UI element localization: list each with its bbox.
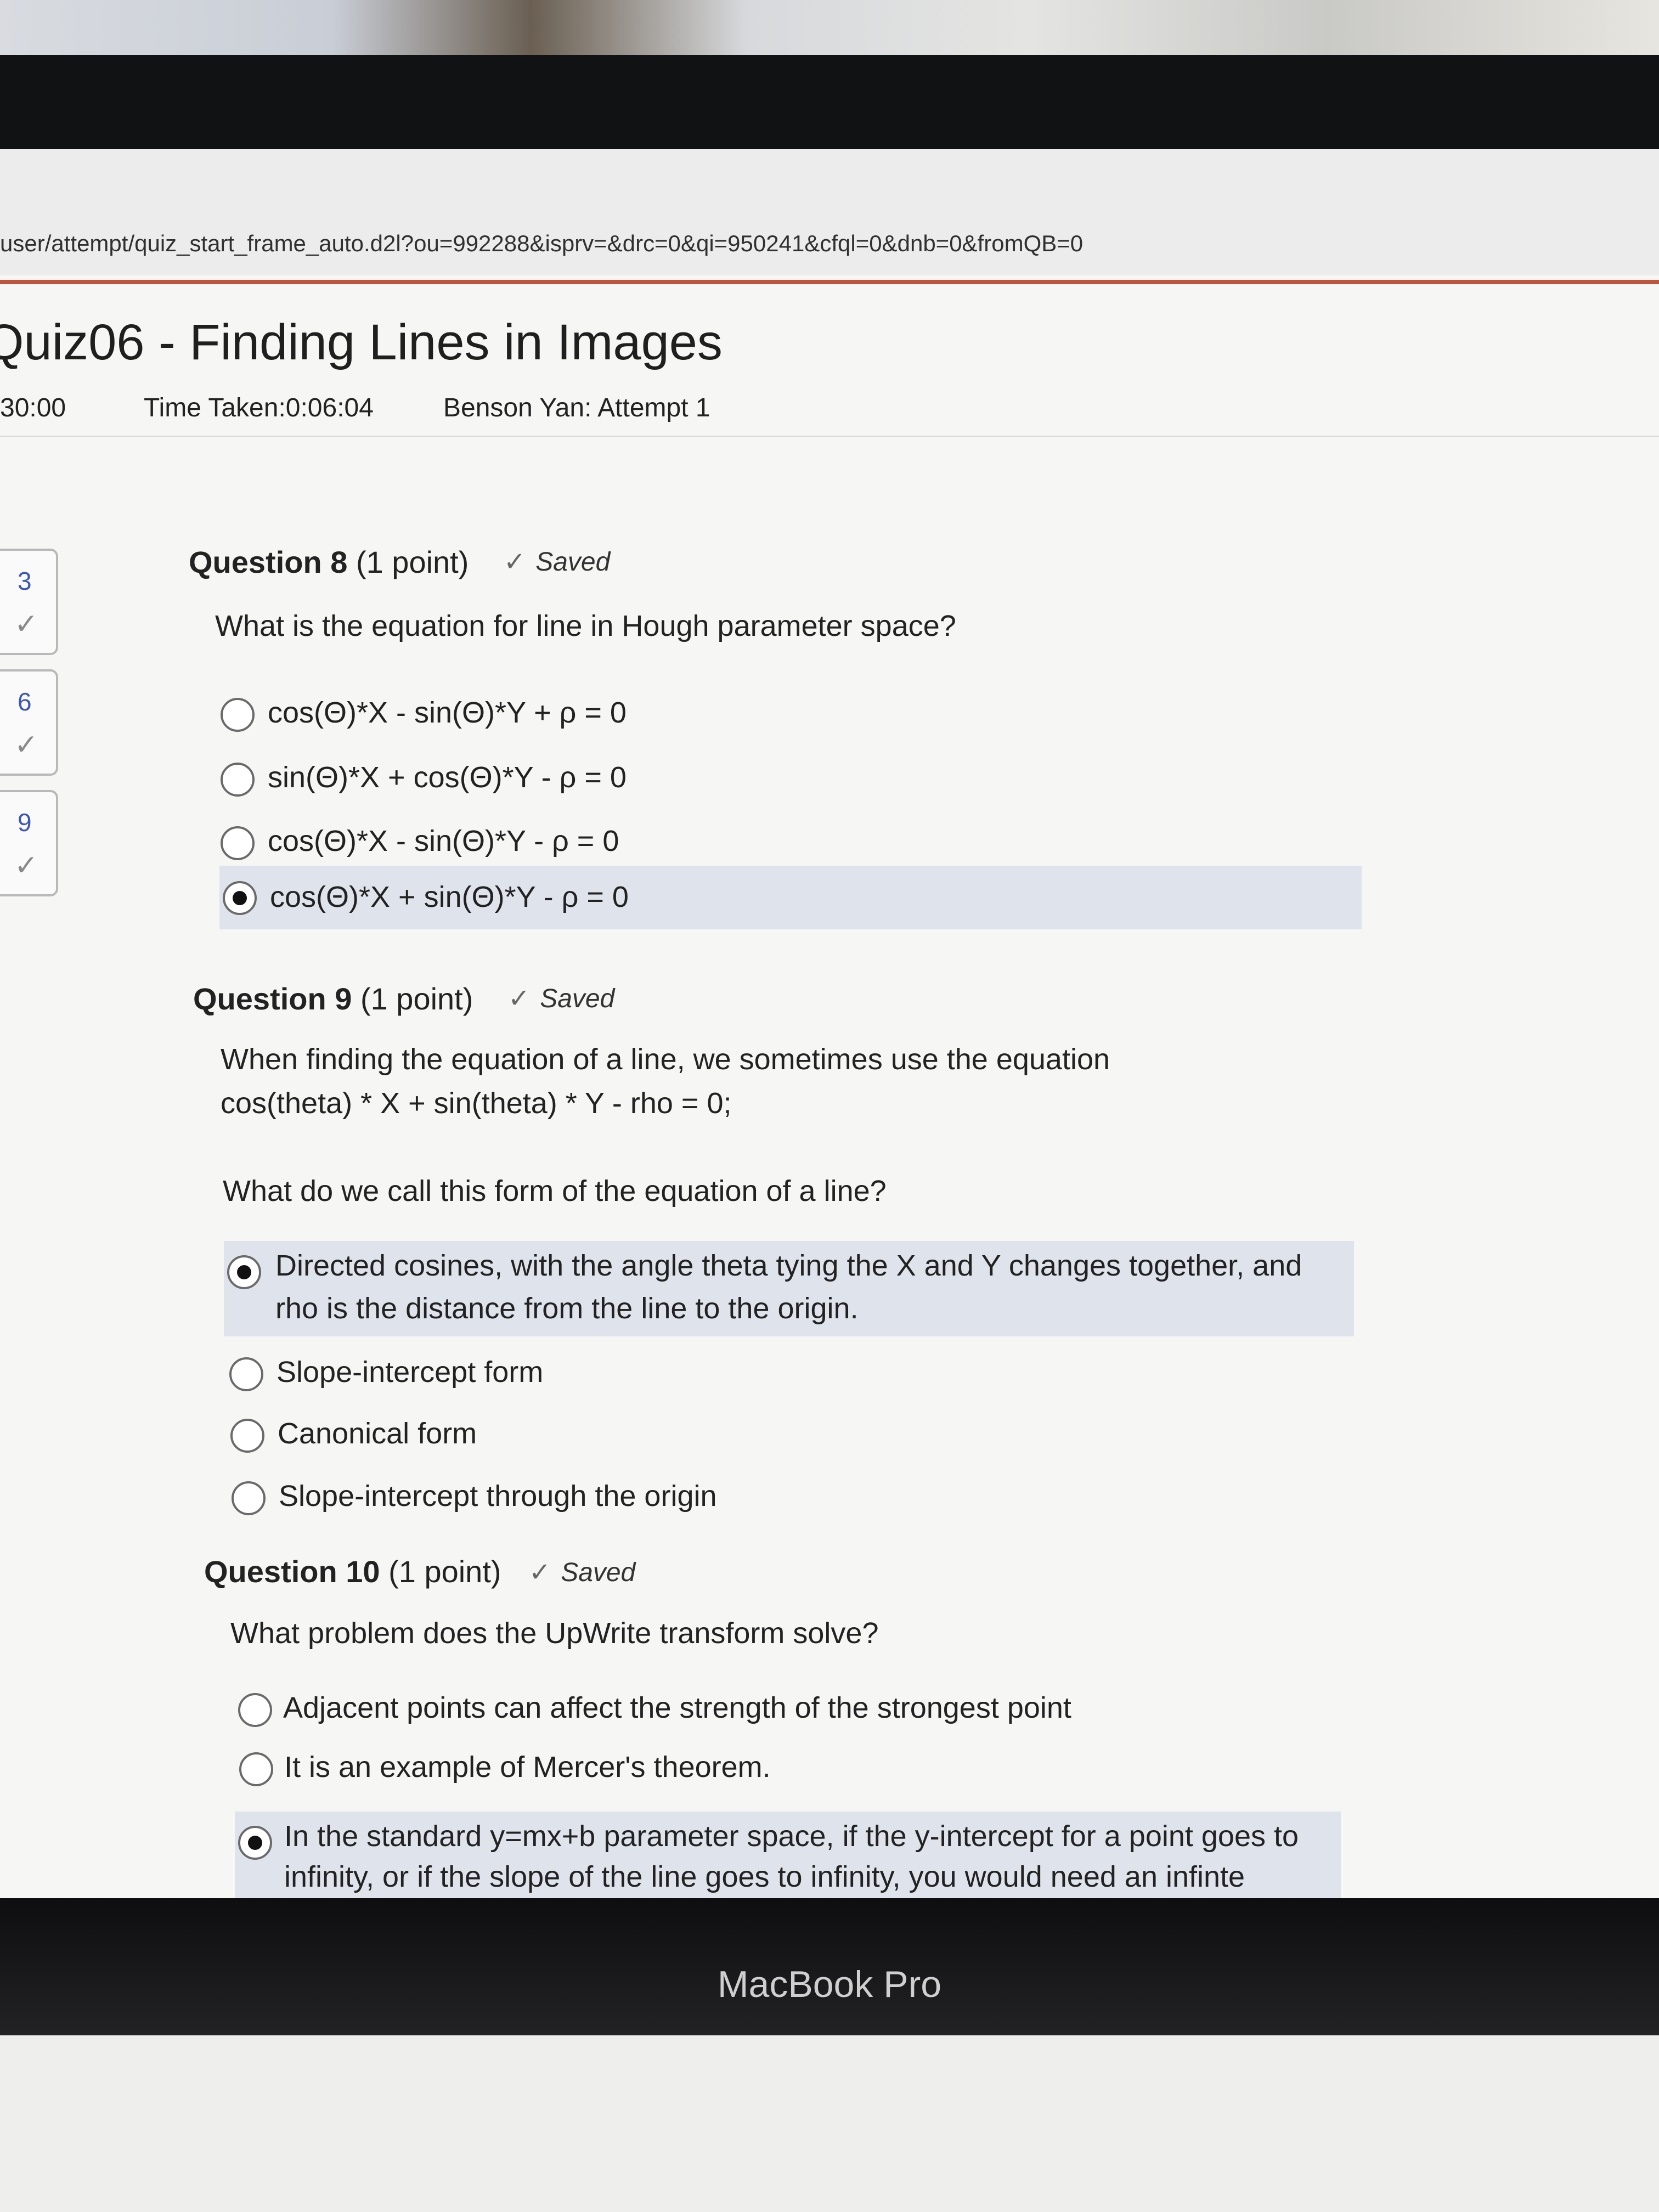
- option-label: sin(Θ)*X + cos(Θ)*Y - ρ = 0: [268, 761, 627, 794]
- desk-surface: [0, 2035, 1659, 2212]
- question-prompt: When finding the equation of a line, we …: [221, 1043, 1110, 1076]
- answer-option[interactable]: Slope-intercept through the origin: [228, 1469, 1358, 1524]
- radio-button[interactable]: [238, 1693, 272, 1727]
- question-number: 6: [18, 687, 32, 716]
- question-number: 3: [18, 567, 32, 595]
- sidebar-item-question-6[interactable]: 6 ✓: [0, 669, 58, 776]
- question-prompt: What problem does the UpWrite transform …: [230, 1617, 879, 1650]
- question-title: Question 8: [189, 545, 348, 579]
- saved-status: ✓ Saved: [529, 1558, 636, 1587]
- question-points: (1 point): [388, 1554, 501, 1589]
- sidebar-item-question-9[interactable]: 9 ✓: [0, 790, 58, 896]
- background-environment: [0, 0, 1659, 60]
- time-limit: 30:00: [0, 393, 66, 422]
- check-icon: ✓: [508, 984, 531, 1013]
- option-label: infinity, or if the slope of the line go…: [284, 1860, 1245, 1893]
- radio-button[interactable]: [230, 1419, 264, 1453]
- answer-option[interactable]: cos(Θ)*X - sin(Θ)*Y + ρ = 0: [219, 686, 1361, 741]
- header-accent-line: [0, 280, 1659, 284]
- page-title: Quiz06 - Finding Lines in Images: [0, 314, 723, 370]
- question-9-header: Question 9 (1 point): [193, 981, 473, 1017]
- option-label: Canonical form: [278, 1417, 477, 1450]
- option-label: It is an example of Mercer's theorem.: [284, 1751, 771, 1784]
- radio-button[interactable]: [221, 763, 255, 797]
- saved-status: ✓ Saved: [508, 984, 615, 1013]
- answer-option[interactable]: sin(Θ)*X + cos(Θ)*Y - ρ = 0: [219, 751, 1361, 805]
- question-title: Question 9: [193, 981, 352, 1016]
- check-icon: ✓: [529, 1558, 551, 1587]
- radio-button-checked[interactable]: [227, 1255, 261, 1289]
- radio-button[interactable]: [232, 1481, 266, 1515]
- question-prompt: What is the equation for line in Hough p…: [215, 610, 956, 642]
- check-icon: ✓: [504, 548, 526, 577]
- answer-option[interactable]: It is an example of Mercer's theorem.: [236, 1740, 1355, 1795]
- answer-option[interactable]: Canonical form: [227, 1407, 1357, 1462]
- option-label: rho is the distance from the line to the…: [275, 1292, 859, 1325]
- radio-button[interactable]: [221, 698, 255, 732]
- radio-button-checked[interactable]: [223, 881, 257, 915]
- question-number: 9: [18, 808, 32, 837]
- laptop-screen: user/attempt/quiz_start_frame_auto.d2l?o…: [0, 149, 1659, 1905]
- saved-status: ✓ Saved: [504, 548, 611, 577]
- laptop-bezel-top: [0, 55, 1659, 170]
- time-taken: Time Taken:0:06:04: [144, 393, 374, 422]
- answer-option-selected[interactable]: In the standard y=mx+b parameter space, …: [235, 1812, 1341, 1905]
- check-icon: ✓: [14, 850, 38, 882]
- option-label: In the standard y=mx+b parameter space, …: [284, 1820, 1299, 1853]
- question-10-header: Question 10 (1 point): [204, 1554, 501, 1589]
- browser-address-bar[interactable]: user/attempt/quiz_start_frame_auto.d2l?o…: [0, 149, 1659, 275]
- answer-option[interactable]: cos(Θ)*X - sin(Θ)*Y - ρ = 0: [219, 814, 1361, 869]
- option-label: Directed cosines, with the angle theta t…: [275, 1249, 1302, 1282]
- question-8-header: Question 8 (1 point): [189, 544, 469, 580]
- check-icon: ✓: [14, 729, 38, 761]
- option-label: Adjacent points can affect the strength …: [283, 1691, 1071, 1724]
- answer-option-selected[interactable]: cos(Θ)*X + sin(Θ)*Y - ρ = 0: [219, 866, 1362, 929]
- question-prompt-equation: cos(theta) * X + sin(theta) * Y - rho = …: [221, 1087, 732, 1120]
- answer-option[interactable]: Adjacent points can affect the strength …: [235, 1681, 1354, 1736]
- radio-button[interactable]: [229, 1357, 263, 1391]
- radio-button-checked[interactable]: [238, 1826, 272, 1860]
- option-label: cos(Θ)*X + sin(Θ)*Y - ρ = 0: [270, 881, 629, 913]
- option-label: Slope-intercept form: [276, 1356, 544, 1389]
- attempt-info: Benson Yan: Attempt 1: [443, 393, 710, 422]
- option-label: cos(Θ)*X - sin(Θ)*Y - ρ = 0: [268, 825, 619, 857]
- question-points: (1 point): [360, 981, 473, 1016]
- option-label: cos(Θ)*X - sin(Θ)*Y + ρ = 0: [268, 696, 627, 729]
- option-label: Slope-intercept through the origin: [279, 1480, 717, 1513]
- answer-option-selected[interactable]: Directed cosines, with the angle theta t…: [224, 1241, 1354, 1336]
- url-text[interactable]: user/attempt/quiz_start_frame_auto.d2l?o…: [0, 230, 1083, 257]
- divider: [0, 436, 1659, 437]
- sidebar-item-question-3[interactable]: 3 ✓: [0, 549, 58, 655]
- check-icon: ✓: [14, 608, 38, 640]
- question-points: (1 point): [356, 545, 469, 579]
- radio-button[interactable]: [239, 1752, 273, 1786]
- question-prompt: What do we call this form of the equatio…: [223, 1175, 887, 1207]
- question-title: Question 10: [204, 1554, 380, 1589]
- radio-button[interactable]: [221, 826, 255, 860]
- answer-option[interactable]: Slope-intercept form: [226, 1345, 1356, 1400]
- device-brand-label: MacBook Pro: [717, 1963, 942, 2005]
